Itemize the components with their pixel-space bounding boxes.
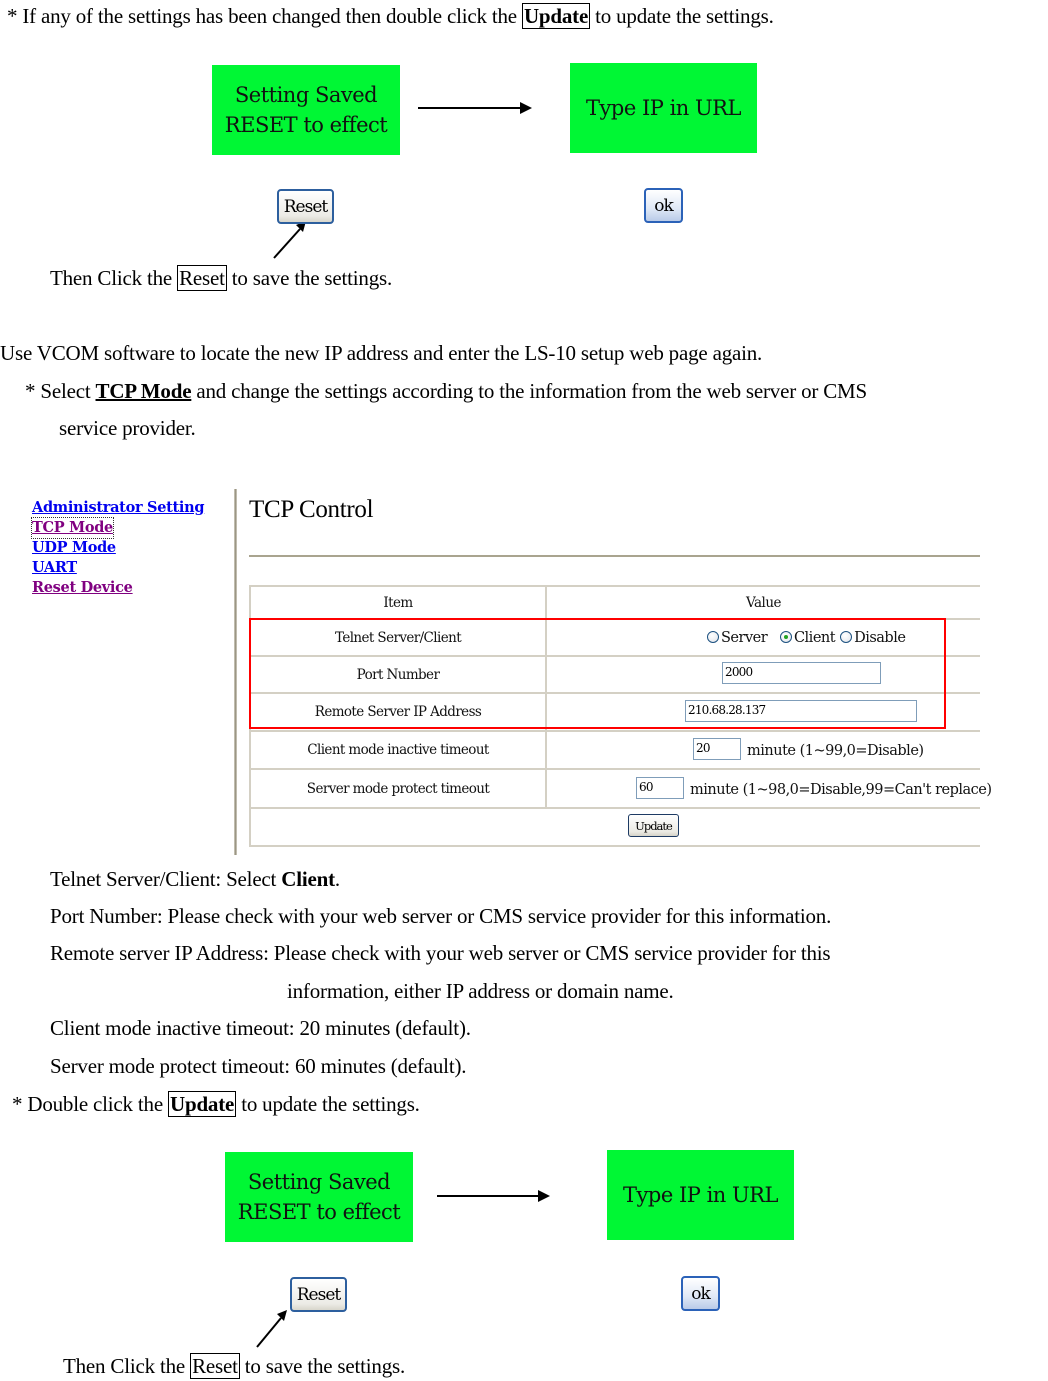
reset-button[interactable]: Reset [290, 1277, 347, 1312]
type-ip-box: Type IP in URL [607, 1150, 794, 1240]
ok-button[interactable]: ok [681, 1276, 720, 1311]
flow-arrow-bottom [256, 1190, 550, 1348]
reset-keyword: Reset [190, 1353, 240, 1379]
reset-caption: Then Click the Reset to save the setting… [63, 1353, 406, 1379]
